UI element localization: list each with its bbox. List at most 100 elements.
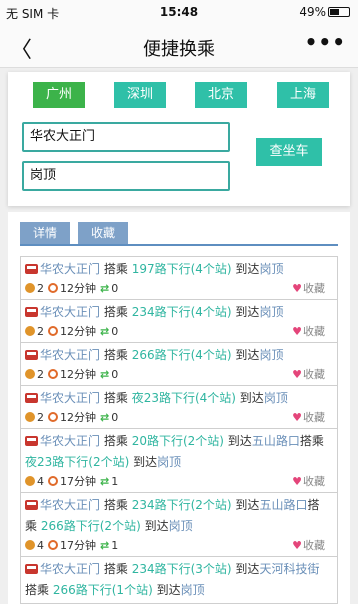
bus-line: 266路下行(1个站) [52, 583, 153, 597]
bus-icon [25, 307, 38, 317]
transfer-count: 0 [111, 368, 119, 381]
transfer-icon: ⇄ [100, 368, 110, 381]
ride-label: 搭乘 [103, 391, 128, 405]
clock-icon [48, 283, 58, 293]
tab-details[interactable]: 详情 [20, 222, 70, 244]
route-description: 华农大正门 搭乘 20路下行(2个站) 到达五山路口搭乘 夜23路下行(2个站)… [25, 431, 331, 473]
leg-stop: 岗顶 [259, 262, 284, 276]
leg-stop: 五山路口 [259, 498, 308, 512]
fare-icon [25, 283, 35, 293]
route-item[interactable]: 华农大正门 搭乘 234路下行(3个站) 到达天河科技街搭乘 266路下行(1个… [21, 557, 337, 603]
route-description: 华农大正门 搭乘 234路下行(2个站) 到达五山路口搭乘 266路下行(2个站… [25, 495, 331, 537]
transfer-count: 0 [111, 325, 119, 338]
duration-value: 17分钟 [60, 475, 96, 488]
favorite-button[interactable]: ♥收藏 [292, 473, 325, 491]
arrive-label: 到达 [235, 498, 260, 512]
bus-icon [25, 436, 38, 446]
leg-stop: 岗顶 [157, 455, 182, 469]
fare-value: 2 [37, 325, 44, 338]
route-item[interactable]: 华农大正门 搭乘 20路下行(2个站) 到达五山路口搭乘 夜23路下行(2个站)… [21, 429, 337, 493]
heart-icon: ♥ [292, 282, 302, 295]
duration-value: 12分钟 [60, 368, 96, 381]
city-button-shanghai[interactable]: 上海 [277, 82, 329, 108]
favorite-button[interactable]: ♥收藏 [292, 409, 325, 427]
transfer-count: 1 [111, 475, 119, 488]
leg-stop: 五山路口 [251, 434, 300, 448]
tab-bar: 详情 收藏 [20, 222, 338, 246]
bus-icon [25, 393, 38, 403]
bus-line: 266路下行(2个站) [40, 519, 141, 533]
destination-input[interactable]: 岗顶 [22, 161, 230, 191]
bus-line: 20路下行(2个站) [131, 434, 224, 448]
favorite-button[interactable]: ♥收藏 [292, 537, 325, 555]
bus-line: 234路下行(2个站) [131, 498, 232, 512]
bus-icon [25, 564, 38, 574]
transfer-icon: ⇄ [100, 411, 110, 424]
route-meta: 2 12分钟 ⇄ 0 ♥收藏 [25, 323, 331, 342]
city-button-beijing[interactable]: 北京 [195, 82, 247, 108]
search-card: 广州 深圳 北京 上海 华农大正门 岗顶 查坐车 [8, 72, 350, 206]
fare-value: 2 [37, 368, 44, 381]
bus-line: 234路下行(3个站) [131, 562, 232, 576]
tab-favorites[interactable]: 收藏 [78, 222, 128, 244]
route-description: 华农大正门 搭乘 234路下行(4个站) 到达岗顶 [25, 302, 331, 323]
favorite-label: 收藏 [303, 475, 325, 488]
route-item[interactable]: 华农大正门 搭乘 197路下行(4个站) 到达岗顶 2 12分钟 ⇄ 0 ♥收藏 [21, 257, 337, 300]
route-meta: 2 12分钟 ⇄ 0 ♥收藏 [25, 366, 331, 385]
search-button[interactable]: 查坐车 [256, 138, 322, 166]
duration-value: 17分钟 [60, 539, 96, 552]
transfer-count: 0 [111, 282, 119, 295]
more-options-icon[interactable]: ••• [305, 30, 346, 54]
route-item[interactable]: 华农大正门 搭乘 夜23路下行(4个站) 到达岗顶 2 12分钟 ⇄ 0 ♥收藏 [21, 386, 337, 429]
leg-stop: 岗顶 [263, 391, 288, 405]
fare-value: 4 [37, 475, 44, 488]
fare-value: 2 [37, 411, 44, 424]
ride-label: 搭乘 [25, 583, 50, 597]
ride-label: 搭乘 [103, 305, 128, 319]
bus-line: 夜23路下行(2个站) [25, 455, 130, 469]
route-origin: 华农大正门 [40, 391, 101, 405]
arrive-label: 到达 [235, 262, 260, 276]
route-description: 华农大正门 搭乘 266路下行(4个站) 到达岗顶 [25, 345, 331, 366]
route-origin: 华农大正门 [40, 348, 101, 362]
transfer-icon: ⇄ [100, 539, 110, 552]
city-button-shenzhen[interactable]: 深圳 [114, 82, 166, 108]
favorite-label: 收藏 [303, 368, 325, 381]
transfer-icon: ⇄ [100, 282, 110, 295]
bus-icon [25, 350, 38, 360]
origin-input[interactable]: 华农大正门 [22, 122, 230, 152]
favorite-label: 收藏 [303, 282, 325, 295]
bus-icon [25, 500, 38, 510]
arrive-label: 到达 [133, 455, 158, 469]
clock-icon [48, 476, 58, 486]
arrive-label: 到达 [239, 391, 264, 405]
ride-label: 搭乘 [103, 562, 128, 576]
favorite-button[interactable]: ♥收藏 [292, 280, 325, 298]
favorite-label: 收藏 [303, 325, 325, 338]
bus-line: 234路下行(4个站) [131, 305, 232, 319]
favorite-label: 收藏 [303, 539, 325, 552]
arrive-label: 到达 [156, 583, 181, 597]
route-item[interactable]: 华农大正门 搭乘 234路下行(4个站) 到达岗顶 2 12分钟 ⇄ 0 ♥收藏 [21, 300, 337, 343]
duration-value: 12分钟 [60, 325, 96, 338]
battery-status: 49% [299, 5, 350, 19]
leg-stop: 岗顶 [180, 583, 205, 597]
result-card: 详情 收藏 华农大正门 搭乘 197路下行(4个站) 到达岗顶 2 12分钟 ⇄ 0 ♥收… [8, 212, 350, 604]
favorite-button[interactable]: ♥收藏 [292, 366, 325, 384]
city-button-guangzhou[interactable]: 广州 [33, 82, 85, 108]
route-description: 华农大正门 搭乘 夜23路下行(4个站) 到达岗顶 [25, 388, 331, 409]
favorite-button[interactable]: ♥收藏 [292, 323, 325, 341]
route-item[interactable]: 华农大正门 搭乘 234路下行(2个站) 到达五山路口搭乘 266路下行(2个站… [21, 493, 337, 557]
ride-label: 搭乘 [103, 348, 128, 362]
route-meta: 4 17分钟 ⇄1 ♥收藏 [25, 473, 331, 492]
status-bar: 无 SIM 卡 15:48 49% [0, 0, 358, 24]
transfer-count: 1 [111, 539, 119, 552]
ride-label: 搭乘 [299, 434, 324, 448]
heart-icon: ♥ [292, 411, 302, 424]
bus-line: 夜23路下行(4个站) [131, 391, 236, 405]
arrive-label: 到达 [235, 305, 260, 319]
arrive-label: 到达 [235, 348, 260, 362]
fare-icon [25, 540, 35, 550]
route-item[interactable]: 华农大正门 搭乘 266路下行(4个站) 到达岗顶 2 12分钟 ⇄ 0 ♥收藏 [21, 343, 337, 386]
heart-icon: ♥ [292, 539, 302, 552]
